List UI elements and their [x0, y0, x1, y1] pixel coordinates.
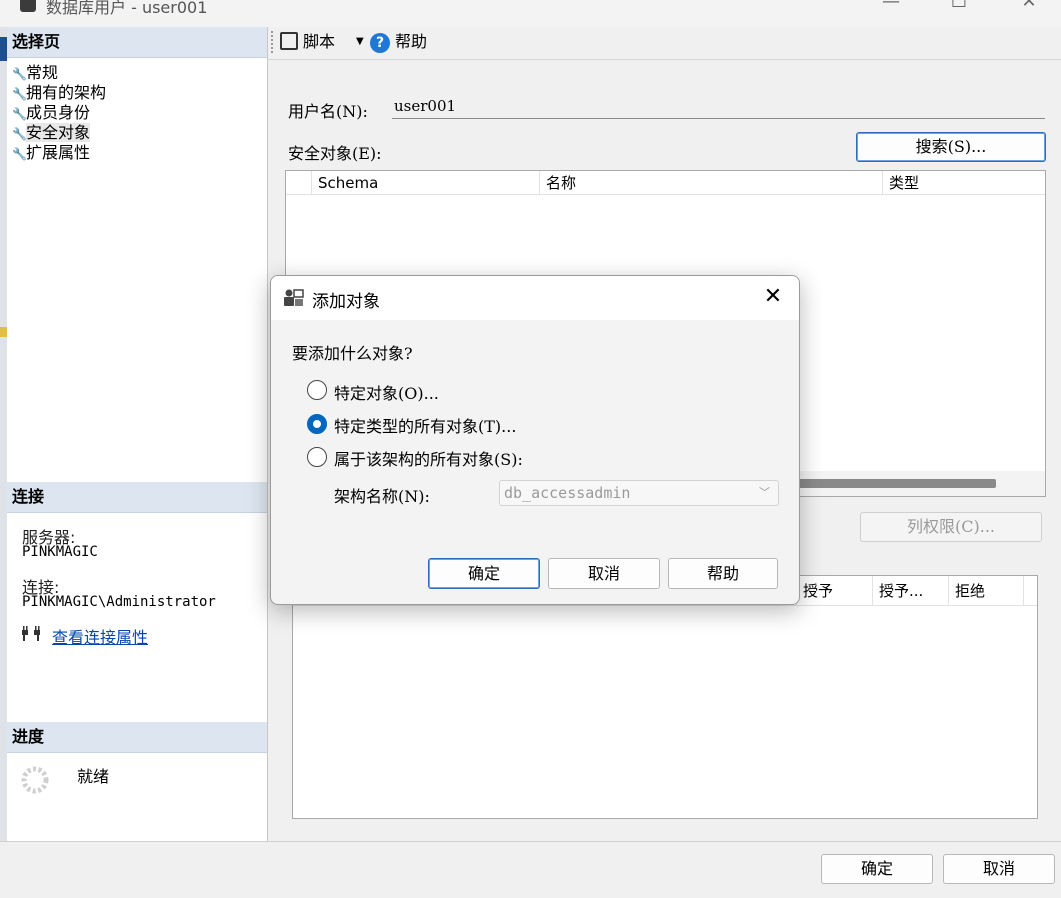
radio-all-objects-of-types[interactable] [307, 414, 327, 434]
permissions-grid[interactable]: 授予 授予... 拒绝 [292, 575, 1038, 819]
page-item-securables[interactable]: 🔧安全对象 [12, 119, 91, 142]
securables-label: 安全对象(E): [288, 144, 382, 163]
option-specific-objects-label[interactable]: 特定对象(O)... [334, 380, 439, 404]
cancel-button[interactable]: 取消 [943, 854, 1055, 884]
script-icon [280, 32, 298, 50]
page-item-owned-schemas[interactable]: 🔧拥有的架构 [12, 79, 106, 102]
help-icon: ? [370, 33, 390, 53]
minimize-button[interactable]: — [868, 0, 914, 16]
column-header-grant[interactable]: 授予 [796, 576, 872, 606]
window-title: 数据库用户 - user001 [46, 0, 208, 17]
username-label: 用户名(N): [288, 102, 368, 121]
progress-header: 进度 [7, 722, 267, 753]
connection-value: PINKMAGIC\Administrator [22, 594, 216, 610]
scrollbar-thumb[interactable] [786, 479, 996, 488]
help-button-label: 帮助 [395, 32, 428, 51]
chevron-down-icon: ﹀ [759, 486, 770, 499]
schema-name-combo[interactable]: db_accessadmin ﹀ [499, 480, 779, 506]
column-header-deny[interactable]: 拒绝 [948, 576, 1024, 606]
dialog-cancel-button[interactable]: 取消 [548, 558, 660, 589]
bottom-button-bar: 确定 取消 [0, 841, 1061, 898]
dialog-help-button[interactable]: 帮助 [668, 558, 778, 589]
server-value: PINKMAGIC [22, 544, 98, 560]
column-header-schema[interactable]: Schema [311, 171, 539, 195]
close-window-button[interactable]: ✕ [1006, 0, 1052, 16]
progress-status: 就绪 [77, 767, 110, 786]
schema-name-label: 架构名称(N): [334, 487, 430, 506]
background-fragment [0, 327, 7, 337]
column-header-with-grant[interactable]: 授予... [872, 576, 948, 606]
wrench-icon: 🔧 [12, 147, 27, 161]
radio-specific-objects[interactable] [307, 380, 327, 400]
dialog-titlebar: 添加对象 ✕ [271, 276, 799, 320]
left-panel: 选择页 🔧常规 🔧拥有的架构 🔧成员身份 🔧安全对象 🔧扩展属性 连接 服务器:… [7, 27, 268, 842]
column-header-type[interactable]: 类型 [882, 171, 1045, 195]
option-all-objects-in-schema-label[interactable]: 属于该架构的所有对象(S): [334, 446, 523, 470]
add-objects-dialog: 添加对象 ✕ 要添加什么对象? 特定对象(O)... 特定类型的所有对象(T).… [270, 275, 800, 605]
script-button[interactable]: 脚本 [280, 30, 335, 54]
database-app-icon [20, 0, 36, 12]
page-item-extended-properties[interactable]: 🔧扩展属性 [12, 139, 91, 162]
page-item-label: 扩展属性 [26, 143, 91, 162]
add-objects-icon [283, 288, 305, 308]
dialog-prompt: 要添加什么对象? [292, 344, 413, 363]
script-button-label: 脚本 [303, 32, 336, 51]
connection-properties-icon [20, 625, 44, 643]
toolbar-grip [271, 31, 273, 53]
background-fragment [0, 37, 7, 61]
column-header-name[interactable]: 名称 [539, 171, 882, 195]
option-all-objects-of-types-label[interactable]: 特定类型的所有对象(T)... [334, 413, 516, 437]
radio-all-objects-in-schema[interactable] [307, 447, 327, 467]
select-page-header: 选择页 [7, 27, 267, 58]
connection-header: 连接 [7, 482, 267, 513]
window-titlebar: 数据库用户 - user001 — ☐ ✕ [0, 0, 1061, 27]
dialog-title: 添加对象 [312, 292, 380, 312]
background-app-strip [0, 27, 7, 898]
securables-grid-header: Schema 名称 类型 [286, 171, 1045, 195]
dialog-ok-button[interactable]: 确定 [428, 558, 540, 589]
maximize-button[interactable]: ☐ [936, 0, 982, 16]
page-item-general[interactable]: 🔧常规 [12, 59, 58, 82]
toolbar: 脚本 ▼ ? 帮助 [268, 27, 1061, 59]
page-item-membership[interactable]: 🔧成员身份 [12, 99, 90, 122]
ok-button[interactable]: 确定 [821, 854, 933, 884]
dialog-close-icon[interactable]: ✕ [753, 282, 793, 312]
search-button[interactable]: 搜索(S)... [856, 132, 1046, 162]
username-field[interactable]: user001 [392, 95, 1045, 119]
script-dropdown-arrow[interactable]: ▼ [356, 30, 364, 54]
column-permissions-button[interactable]: 列权限(C)... [860, 512, 1042, 542]
help-toolbar-button[interactable]: ? 帮助 [370, 30, 427, 54]
schema-name-value: db_accessadmin [504, 484, 631, 502]
view-connection-properties-link[interactable]: 查看连接属性 [52, 624, 148, 648]
progress-spinner-icon [20, 765, 50, 795]
